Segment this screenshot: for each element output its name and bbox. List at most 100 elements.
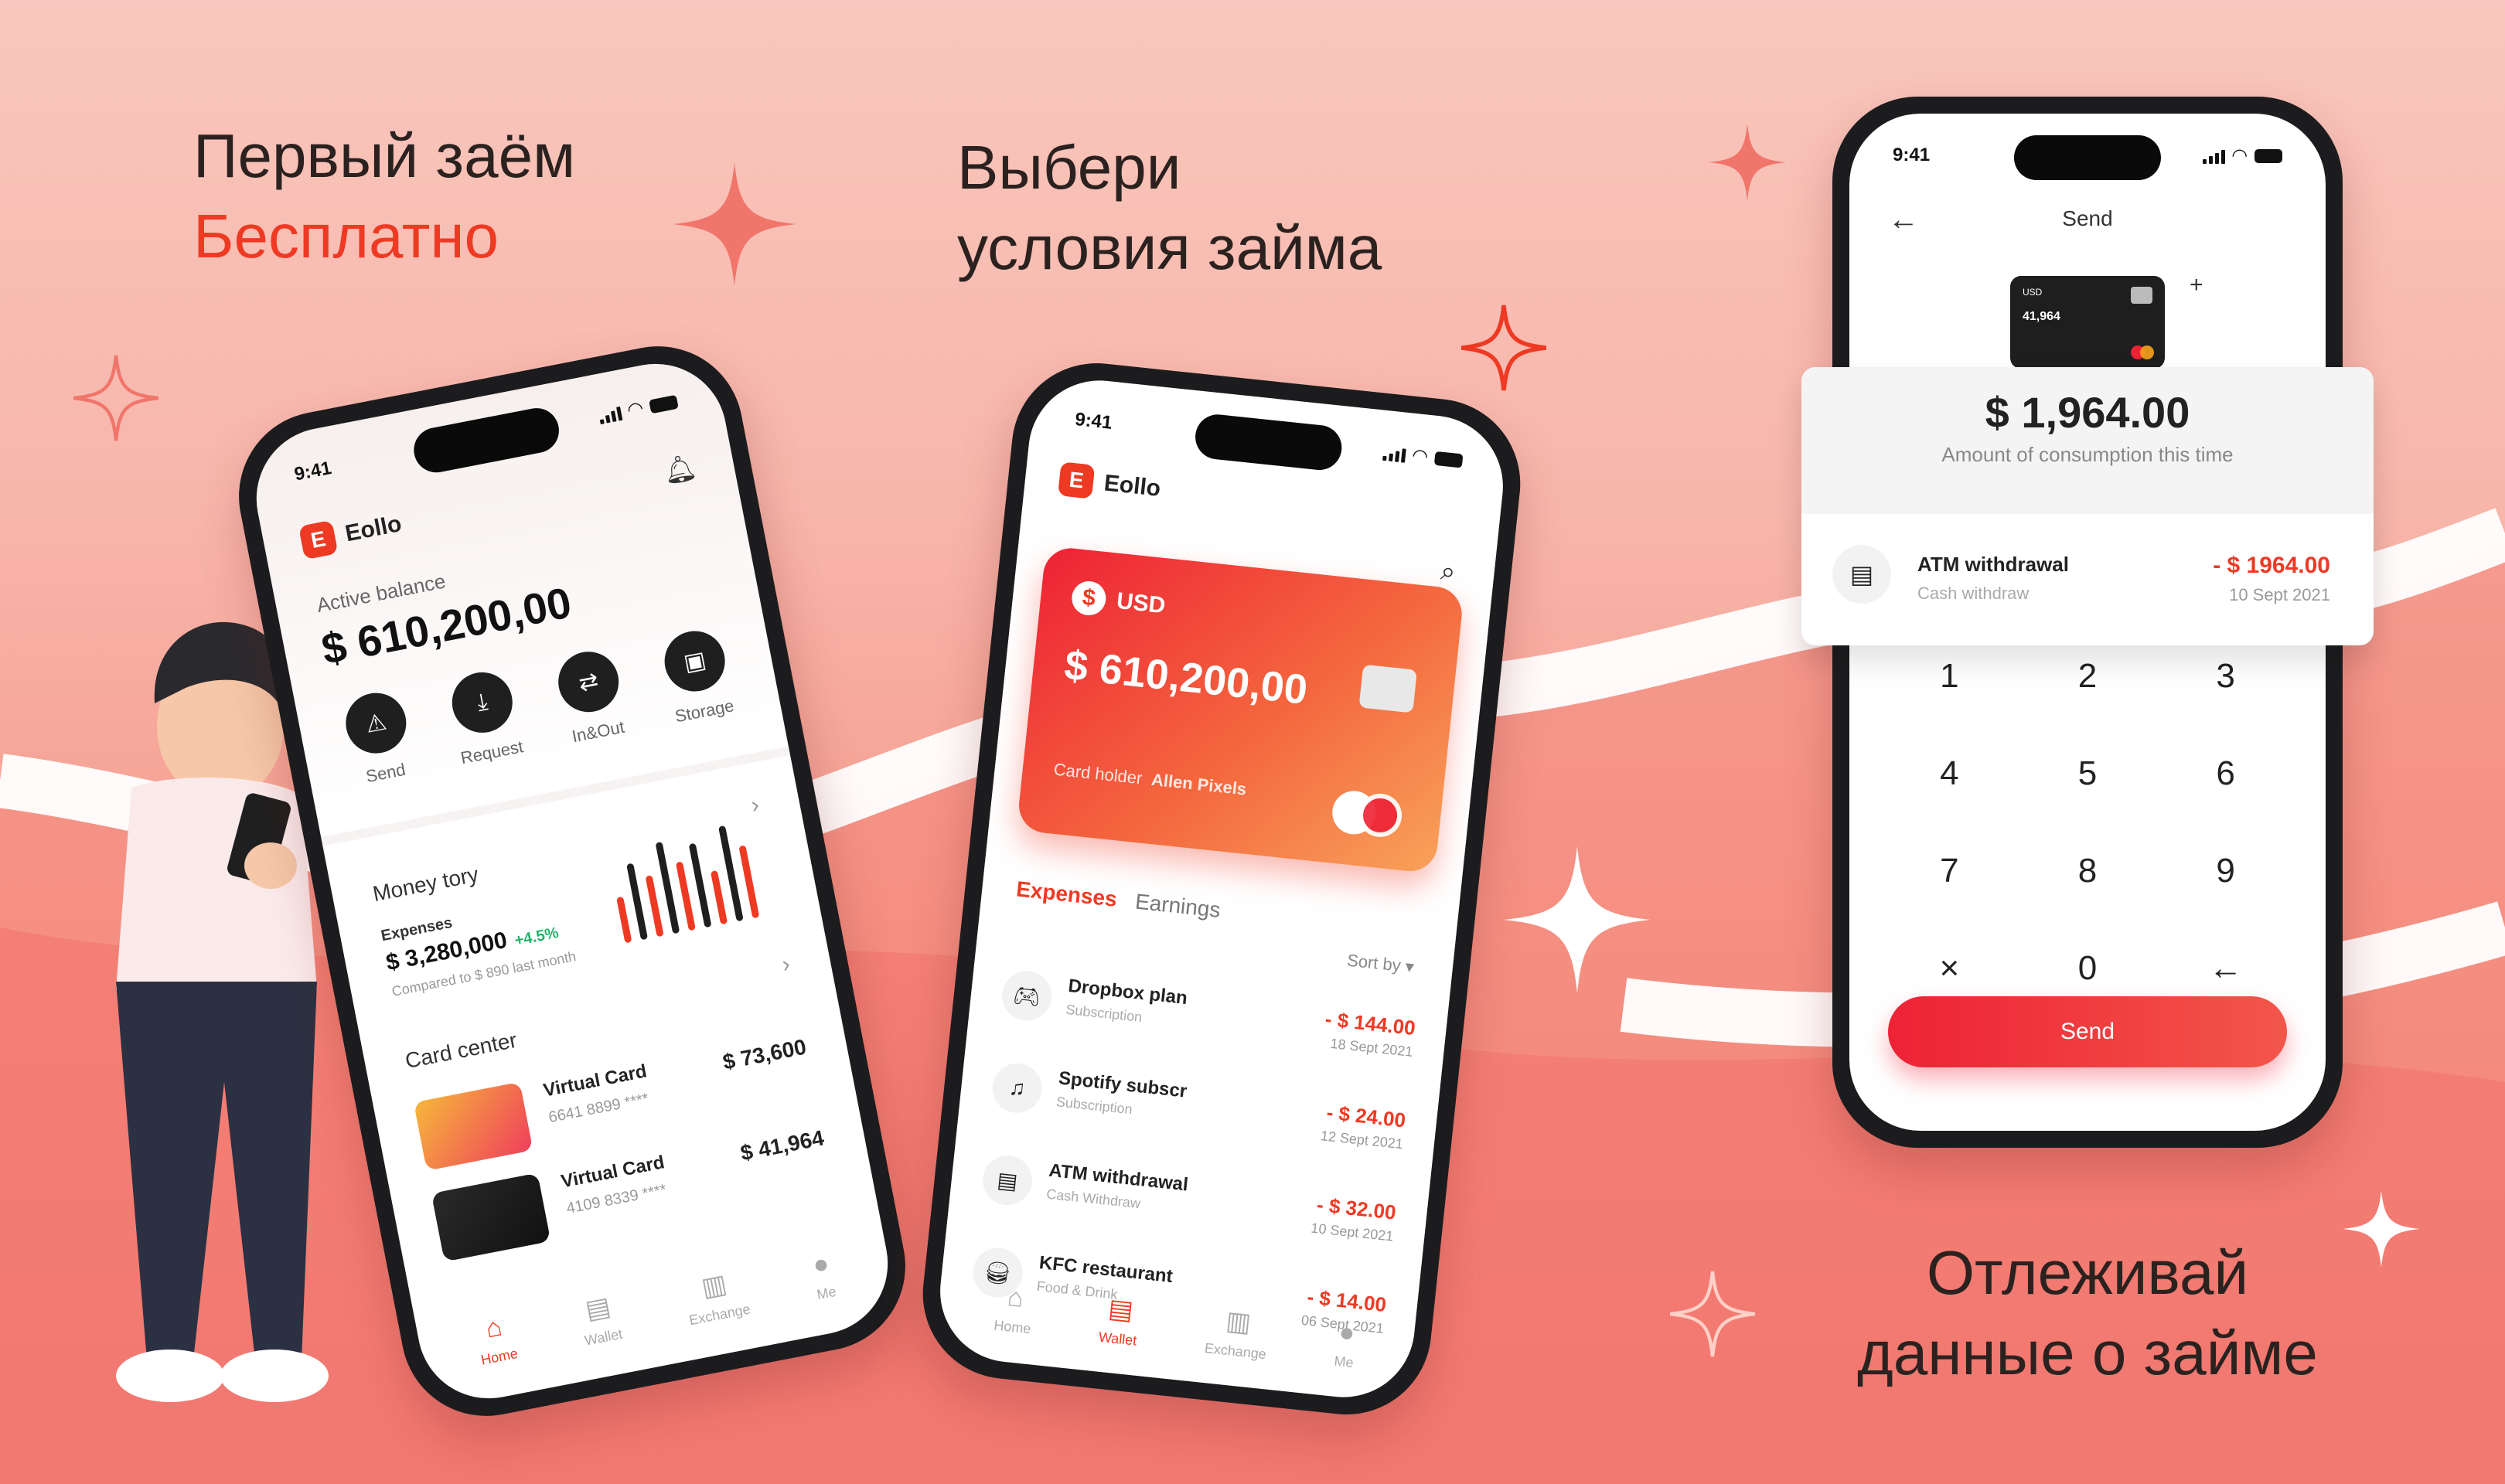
headline-line: Выбери xyxy=(957,133,1181,202)
transaction-category: Cash Withdraw xyxy=(1045,1186,1141,1212)
usd-card[interactable]: $ USD $ 610,200,00 Card holder Allen Pixe… xyxy=(1016,545,1465,874)
headline-choose-terms: Выбери условия займа xyxy=(957,128,1382,288)
storage-action-button[interactable]: ▣ Storage xyxy=(643,623,752,730)
sparkle-icon xyxy=(1709,120,1786,205)
send-action-button[interactable]: ⚠ Send xyxy=(325,685,433,792)
tab-expenses[interactable]: Expenses xyxy=(1015,876,1118,911)
tab-label: Wallet xyxy=(1098,1329,1138,1349)
chart-bar xyxy=(675,861,696,931)
send-button[interactable]: Send xyxy=(1888,996,2287,1067)
chip-icon xyxy=(2131,287,2152,304)
key-button[interactable]: 7 xyxy=(1880,849,2019,893)
key-button[interactable]: 6 xyxy=(2156,752,2295,795)
swap-icon: ⇄ xyxy=(553,646,624,717)
phone-screen: 9:41 ◠ E Eollo ⌕ $ USD $ 610,200,00 Card… xyxy=(932,373,1511,1404)
wallet-icon: ▤ xyxy=(1106,1293,1135,1326)
transaction-category: Cash withdraw xyxy=(1917,584,2030,603)
headline-line: Отлеживай xyxy=(1926,1238,2249,1307)
key-button[interactable]: 4 xyxy=(1880,752,2019,795)
transaction-amount: - $ 14.00 xyxy=(1306,1285,1388,1317)
status-time: 9:41 xyxy=(1893,145,1931,165)
key-button[interactable]: 8 xyxy=(2019,849,2157,893)
inout-action-button[interactable]: ⇄ In&Out xyxy=(537,643,646,751)
backspace-key-button[interactable]: ← xyxy=(2156,947,2295,990)
action-label: In&Out xyxy=(570,716,626,747)
chart-bar xyxy=(738,845,760,919)
battery-icon xyxy=(648,394,679,414)
signal-icon xyxy=(2202,148,2225,164)
clear-key-button[interactable]: × xyxy=(1880,947,2019,990)
selected-card[interactable]: USD 41,964 xyxy=(2010,276,2165,369)
money-history-title: Money tory xyxy=(370,862,481,907)
status-time: 9:41 xyxy=(1074,408,1113,434)
wallet-icon: ▤ xyxy=(980,1152,1035,1208)
headline-accent: Бесплатно xyxy=(193,202,499,271)
tab-label: Exchange xyxy=(1204,1340,1267,1363)
request-action-button[interactable]: ⤓ Request xyxy=(431,664,539,771)
warning-icon: ⚠ xyxy=(340,687,412,759)
app-logo: E Eollo xyxy=(1058,461,1162,505)
tab-label: Me xyxy=(1333,1353,1355,1371)
logo-mark: E xyxy=(298,519,339,560)
sparkle-icon xyxy=(673,158,796,290)
headline-track-loan: Отлеживай данные о займе xyxy=(1840,1233,2335,1394)
phone-wallet: 9:41 ◠ E Eollo ⌕ $ USD $ 610,200,00 Card… xyxy=(914,355,1529,1423)
transaction-amount: - $ 24.00 xyxy=(1325,1100,1407,1132)
search-icon[interactable]: ⌕ xyxy=(1439,556,1457,587)
tab-label: Exchange xyxy=(687,1301,752,1329)
key-button[interactable]: 0 xyxy=(2019,947,2157,990)
key-button[interactable]: 3 xyxy=(2156,655,2295,698)
tab-earnings[interactable]: Earnings xyxy=(1134,890,1222,923)
brand-name: Eollo xyxy=(1103,470,1162,502)
tab-home[interactable]: ⌂ Home xyxy=(472,1310,519,1370)
mastercard-icon xyxy=(2131,345,2154,359)
mastercard-icon xyxy=(1330,788,1404,839)
key-button[interactable]: 9 xyxy=(2156,849,2295,893)
chart-icon: ▥ xyxy=(699,1268,730,1303)
sparkle-icon xyxy=(1670,1268,1755,1360)
sort-by-dropdown[interactable]: Sort by ▾ xyxy=(1346,951,1415,978)
key-button[interactable]: 5 xyxy=(2019,752,2157,795)
tab-me[interactable]: ● Me xyxy=(809,1248,838,1305)
consumption-amount: $ 1,964.00 xyxy=(1985,388,2190,437)
tab-home[interactable]: ⌂ Home xyxy=(993,1281,1035,1339)
download-icon: ⤓ xyxy=(447,667,518,738)
chevron-right-icon[interactable]: › xyxy=(780,951,792,979)
wifi-icon: ◠ xyxy=(1412,444,1429,468)
transaction-amount: - $ 1964.00 xyxy=(2213,553,2330,578)
headline-line: условия займа xyxy=(957,213,1382,282)
key-button[interactable]: 1 xyxy=(1880,655,2019,698)
home-icon: ⌂ xyxy=(482,1312,505,1344)
wallet-icon: ▤ xyxy=(582,1292,613,1326)
tab-label: Wallet xyxy=(583,1326,624,1349)
card-balance: $ 610,200,00 xyxy=(1062,642,1310,714)
transaction-amount: - $ 144.00 xyxy=(1324,1007,1417,1040)
virtual-card-thumbnail[interactable] xyxy=(431,1173,551,1262)
tab-exchange[interactable]: ▥ Exchange xyxy=(681,1264,752,1329)
plus-icon[interactable]: + xyxy=(2190,272,2203,298)
tab-label: Home xyxy=(993,1317,1032,1337)
transaction-date: 10 Sept 2021 xyxy=(2229,585,2330,604)
tab-wallet[interactable]: ▤ Wallet xyxy=(1098,1292,1141,1350)
headline-first-loan: Первый заём Бесплатно xyxy=(193,116,575,277)
tab-me[interactable]: ● Me xyxy=(1334,1317,1358,1372)
chevron-down-icon: ▾ xyxy=(1404,956,1416,977)
tab-exchange[interactable]: ▥ Exchange xyxy=(1204,1303,1271,1363)
virtual-card-thumbnail[interactable] xyxy=(413,1081,533,1171)
transaction-date: 12 Sept 2021 xyxy=(1320,1128,1404,1152)
status-bar: 9:41 ◠ xyxy=(1893,145,2282,167)
transaction-tabs: Expenses Earnings xyxy=(1015,876,1222,923)
bell-icon[interactable]: 🔔︎ xyxy=(660,451,700,488)
chevron-right-icon[interactable]: › xyxy=(749,791,762,819)
signal-icon xyxy=(598,405,622,424)
card-currency: USD xyxy=(2023,287,2043,298)
brand-name: Eollo xyxy=(343,510,404,547)
app-logo: E Eollo xyxy=(298,507,404,560)
tab-wallet[interactable]: ▤ Wallet xyxy=(576,1289,624,1349)
user-icon: ● xyxy=(1337,1317,1357,1349)
sparkle-icon xyxy=(73,352,158,444)
chart-bar xyxy=(616,896,632,944)
key-button[interactable]: 2 xyxy=(2019,655,2157,698)
transaction-date: 10 Sept 2021 xyxy=(1310,1220,1395,1244)
sort-by-label: Sort by xyxy=(1346,950,1402,975)
